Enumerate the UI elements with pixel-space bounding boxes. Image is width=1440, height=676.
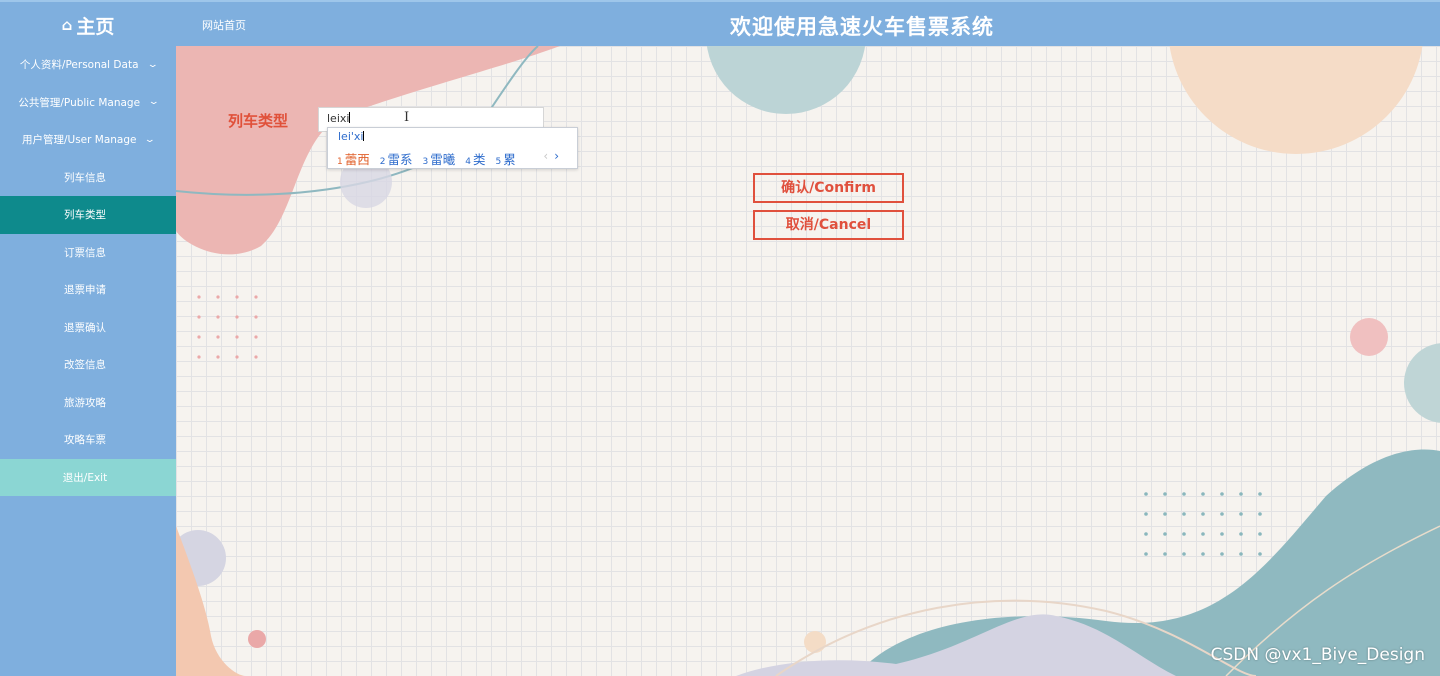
sidebar-item-train-info[interactable]: 列车信息 [0, 159, 176, 197]
ime-candidate[interactable]: 2 雷系 [380, 149, 413, 168]
sidebar-item-travel-guide[interactable]: 旅游攻略 [0, 384, 176, 422]
ime-candidate[interactable]: 5累 [496, 149, 516, 168]
menu-group-label: 公共管理/Public Manage [18, 96, 141, 109]
menu-group-label: 用户管理/User Manage [21, 134, 137, 147]
sidebar-item-booking-info[interactable]: 订票信息 [0, 234, 176, 272]
confirm-button[interactable]: 确认/Confirm [753, 173, 904, 203]
ime-composition-text: lei'xi [338, 130, 365, 143]
sidebar-item-guide-tickets[interactable]: 攻略车票 [0, 421, 176, 459]
sidebar-item-reschedule-info[interactable]: 改签信息 [0, 346, 176, 384]
train-type-input-value: leixi [327, 112, 350, 125]
ime-candidate-list: 1 蕾西 2 雷系 3 雷曦 4类 5累 [337, 149, 516, 168]
ime-candidate[interactable]: 4类 [465, 149, 485, 168]
ime-page-nav: ‹ › [543, 149, 559, 163]
ime-candidate[interactable]: 3 雷曦 [423, 149, 456, 168]
ime-candidate-popup: lei'xi 1 蕾西 2 雷系 3 雷曦 4类 5累 ‹ › [327, 127, 578, 169]
menu-group-user-manage[interactable]: 用户管理/User Manage ⌄ [0, 121, 176, 159]
ime-candidate[interactable]: 1 蕾西 [337, 149, 370, 168]
cancel-button[interactable]: 取消/Cancel [753, 210, 904, 240]
menu-group-personal-data[interactable]: 个人资料/Personal Data ⌄ [0, 46, 176, 84]
menu-group-label: 个人资料/Personal Data [19, 59, 139, 72]
chevron-left-icon[interactable]: ‹ [543, 149, 548, 163]
text-caret [349, 112, 351, 123]
sidebar-item-train-type[interactable]: 列车类型 [0, 196, 176, 234]
chevron-down-icon: ⌄ [146, 59, 159, 70]
sidebar-item-refund-request[interactable]: 退票申请 [0, 271, 176, 309]
ibeam-cursor-icon: I [404, 110, 410, 125]
chevron-down-icon: ⌄ [147, 97, 160, 108]
chevron-down-icon: ⌄ [144, 134, 157, 145]
sidebar-item-exit[interactable]: 退出/Exit [0, 458, 176, 496]
sidebar-item-refund-confirm[interactable]: 退票确认 [0, 309, 176, 347]
menu-group-public-manage[interactable]: 公共管理/Public Manage ⌄ [0, 84, 176, 122]
watermark-text: CSDN @vx1_Biye_Design [1210, 645, 1425, 665]
chevron-right-icon[interactable]: › [554, 149, 559, 163]
train-type-label: 列车类型 [228, 112, 289, 130]
top-header-bar: ⌂ 主页 网站首页 欢迎使用急速火车售票系统 [0, 0, 1440, 46]
sidebar-nav: 个人资料/Personal Data ⌄ 公共管理/Public Manage … [0, 46, 176, 676]
page-title: 欢迎使用急速火车售票系统 [730, 15, 994, 39]
